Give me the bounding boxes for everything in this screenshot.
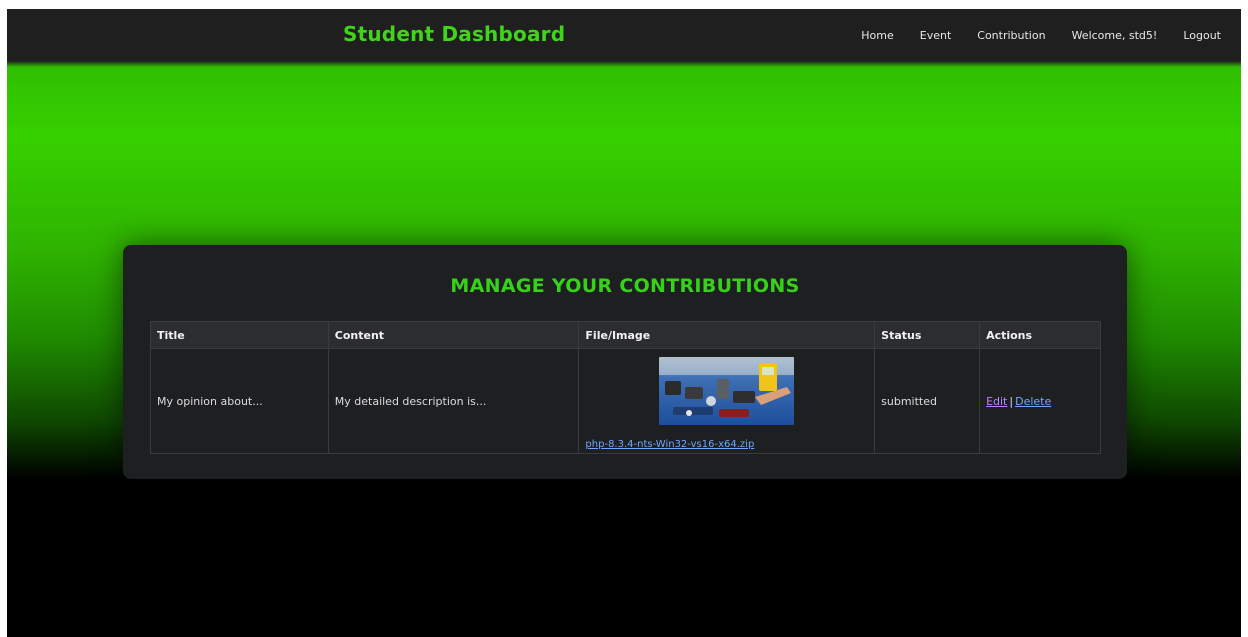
cell-actions: Edit | Delete xyxy=(979,348,1101,454)
page-frame: Student Dashboard Home Event Contributio… xyxy=(7,9,1241,637)
cell-status: submitted xyxy=(874,348,981,454)
nav-links: Home Event Contribution Welcome, std5! L… xyxy=(835,9,1221,61)
header-content: Content xyxy=(327,321,580,349)
header-status: Status xyxy=(874,321,981,349)
nav-event-link[interactable]: Event xyxy=(920,29,952,42)
cell-content: My detailed description is... xyxy=(327,348,580,454)
header-actions: Actions xyxy=(979,321,1101,349)
contribution-thumbnail-image xyxy=(659,356,795,425)
action-separator: | xyxy=(1009,394,1014,408)
header-title: Title xyxy=(150,321,329,349)
nav-contribution-link[interactable]: Contribution xyxy=(977,29,1045,42)
table-row: My opinion about... My detailed descript… xyxy=(150,348,1101,454)
panel-title: MANAGE YOUR CONTRIBUTIONS xyxy=(450,275,800,297)
file-download-link[interactable]: php-8.3.4-nts-Win32-vs16-x64.zip xyxy=(585,439,868,450)
top-navbar: Student Dashboard Home Event Contributio… xyxy=(7,9,1241,61)
contributions-panel: MANAGE YOUR CONTRIBUTIONS Title Content … xyxy=(123,245,1127,479)
cell-file: php-8.3.4-nts-Win32-vs16-x64.zip xyxy=(578,348,876,454)
nav-logout-link[interactable]: Logout xyxy=(1183,29,1221,42)
brand-title[interactable]: Student Dashboard xyxy=(343,22,565,46)
header-file: File/Image xyxy=(578,321,876,349)
edit-link[interactable]: Edit xyxy=(986,395,1007,408)
contributions-table: Title Content File/Image Status Actions … xyxy=(150,321,1101,454)
welcome-text: Welcome, std5! xyxy=(1071,28,1158,42)
table-header-row: Title Content File/Image Status Actions xyxy=(150,321,1101,349)
cell-title: My opinion about... xyxy=(150,348,329,454)
nav-home-link[interactable]: Home xyxy=(861,29,893,42)
delete-link[interactable]: Delete xyxy=(1015,395,1051,408)
